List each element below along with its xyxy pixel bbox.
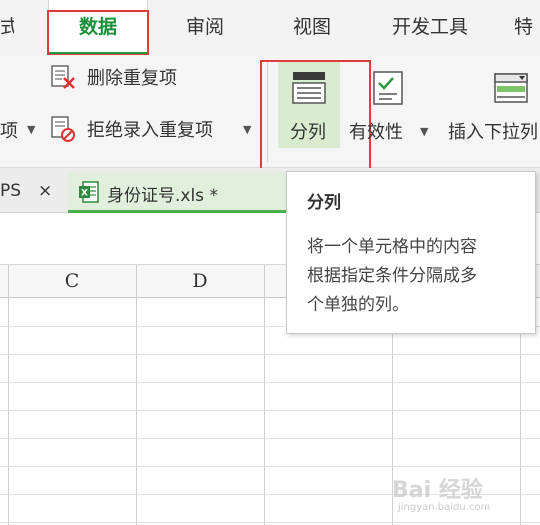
tab-special-partial[interactable]: 特 [514,0,533,55]
grid-hline [0,438,540,439]
remove-duplicates-label: 删除重复项 [87,68,177,89]
tooltip-description-line: 根据指定条件分隔成多 [307,266,477,286]
split-columns-tooltip: 分列 将一个单元格中的内容 根据指定条件分隔成多 个单独的列。 [286,171,536,334]
reject-duplicates-label: 拒绝录入重复项 [87,120,213,141]
doc-tab-file-name: 身份证号.xls * [107,186,218,206]
validation-label: 有效性 [349,122,403,143]
column-header-d[interactable]: D [136,265,264,298]
grid-hline [0,382,540,383]
doc-tab-close-icon[interactable]: × [38,181,52,201]
ribbon-item-partial-label[interactable]: 项 [0,117,18,143]
menu-tab-bar: 式 数据 审阅 视图 开发工具 特 [0,0,540,55]
watermark-text: Bai 经验 [392,478,483,503]
validation-dropdown-icon: ▼ [420,125,429,138]
split-columns-icon [292,72,326,104]
grid-hline [0,354,540,355]
ribbon-item-partial-dropdown-icon[interactable]: ▼ [27,123,35,136]
grid-hline [0,522,540,523]
tab-format-partial[interactable]: 式 [0,0,14,55]
remove-duplicates-icon [51,65,75,89]
tab-view[interactable]: 视图 [293,0,331,55]
tooltip-description-line: 将一个单元格中的内容 [307,237,477,257]
svg-text:X: X [81,189,88,199]
remove-duplicates-button[interactable]: 删除重复项 [50,62,210,92]
tab-review[interactable]: 审阅 [186,0,224,55]
tooltip-title: 分列 [307,193,341,213]
grid-vline [264,265,265,525]
grid-hline [0,466,540,467]
tab-data[interactable]: 数据 [48,0,148,55]
validation-icon [373,71,403,105]
column-header-c[interactable]: C [8,265,136,298]
ribbon-separator [267,62,268,162]
reject-duplicates-dropdown-icon: ▼ [243,123,252,136]
validation-button[interactable]: 有效性 ▼ [348,62,438,148]
grid-vline [136,265,137,525]
tooltip-description-line: 个单独的列。 [307,295,409,315]
doc-tab-wps-partial[interactable]: PS [0,181,21,201]
grid-hline [0,410,540,411]
excel-file-icon: X [79,181,99,203]
insert-dropdown-icon [494,73,528,103]
tab-developer-tools[interactable]: 开发工具 [392,0,468,55]
reject-duplicates-icon [51,116,75,142]
grid-vline [8,265,9,525]
insert-dropdown-list-button[interactable]: 插入下拉列 [448,62,540,148]
watermark-url: jingyan.baidu.com [398,502,491,513]
split-columns-button[interactable]: 分列 [278,62,340,148]
reject-duplicates-button[interactable]: 拒绝录入重复项 ▼ [50,112,260,146]
insert-dropdown-list-label: 插入下拉列 [448,122,538,143]
split-columns-label: 分列 [290,122,326,143]
baidu-jingyan-watermark: Bai 经验 jingyan.baidu.com [392,468,532,518]
